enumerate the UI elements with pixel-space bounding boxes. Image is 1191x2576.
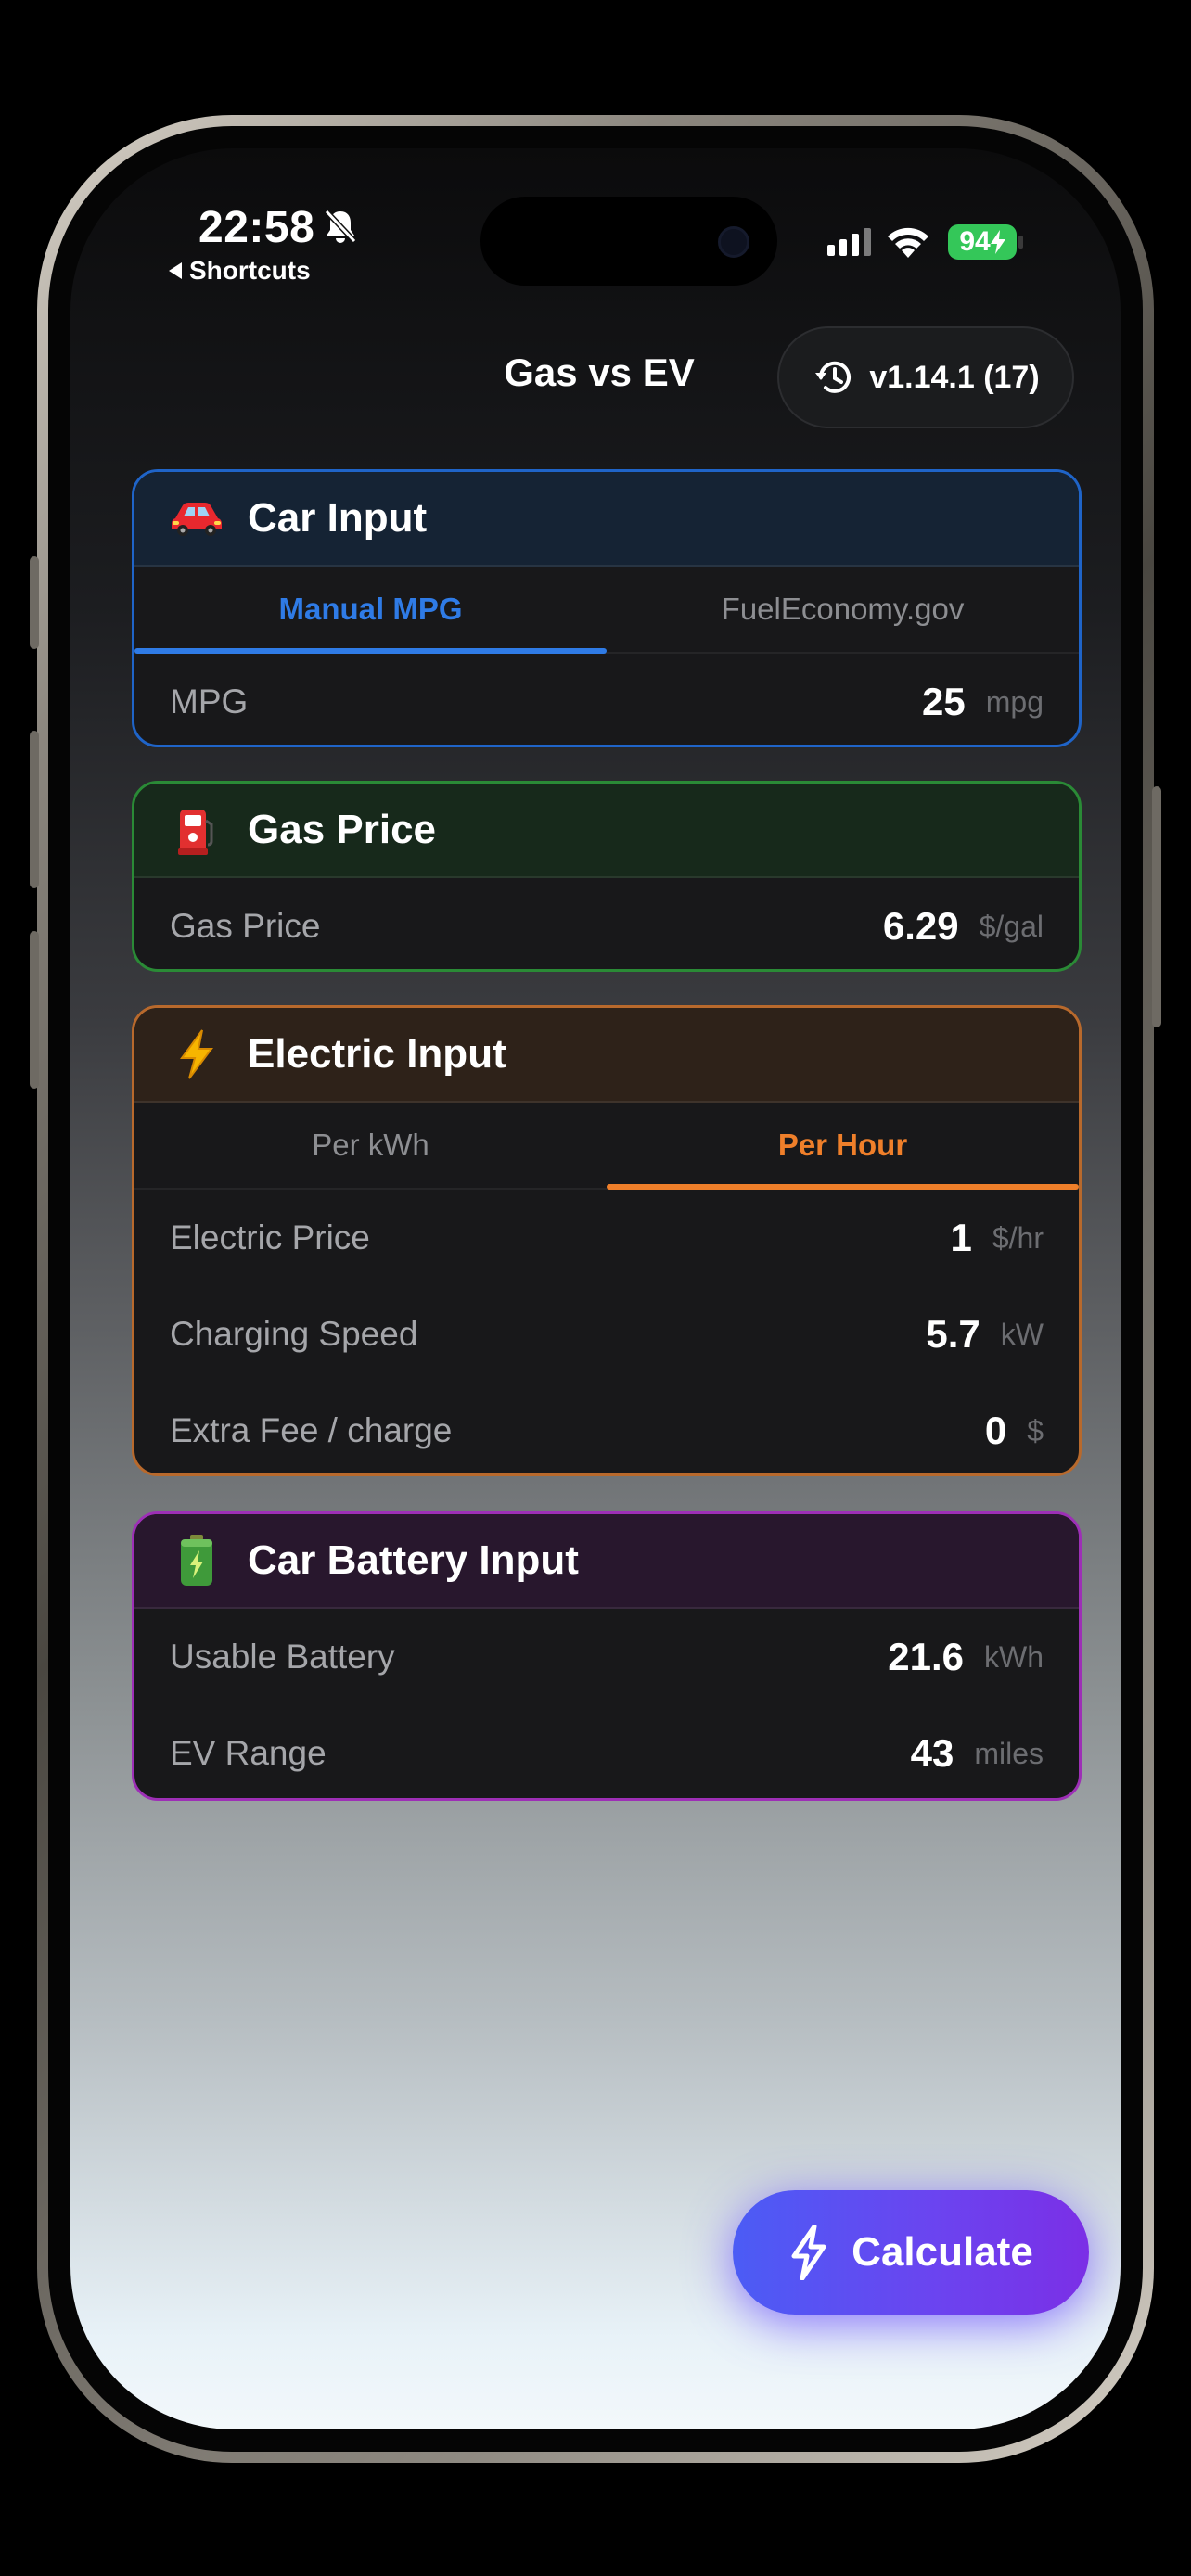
action-button <box>30 556 39 649</box>
extra-fee-value[interactable]: 0 <box>985 1409 1006 1453</box>
status-bar: 22:58 Shortcuts 94 <box>70 148 1121 297</box>
volume-up-button <box>30 731 39 888</box>
dynamic-island <box>480 197 777 286</box>
lightning-icon <box>170 1027 224 1081</box>
volume-down-button <box>30 931 39 1089</box>
wifi-icon <box>888 227 928 258</box>
calculate-button[interactable]: Calculate <box>733 2190 1089 2315</box>
gas-price-header: Gas Price <box>134 784 1079 878</box>
electric-price-value[interactable]: 1 <box>951 1216 972 1260</box>
ev-range-value[interactable]: 43 <box>911 1731 954 1776</box>
electric-price-unit: $/hr <box>992 1220 1044 1255</box>
extra-fee-label: Extra Fee / charge <box>170 1411 453 1449</box>
gas-price-row[interactable]: Gas Price 6.29 $/gal <box>134 878 1079 969</box>
battery-tip <box>1018 236 1023 249</box>
tab-fueleconomy-gov[interactable]: FuelEconomy.gov <box>607 567 1079 652</box>
ev-range-row[interactable]: EV Range 43 miles <box>134 1705 1079 1798</box>
gas-price-value[interactable]: 6.29 <box>883 904 959 949</box>
gas-price-title: Gas Price <box>248 807 437 852</box>
electric-input-title: Electric Input <box>248 1031 506 1077</box>
charging-speed-row[interactable]: Charging Speed 5.7 kW <box>134 1286 1079 1383</box>
app-screen: 22:58 Shortcuts 94 Gas vs EV v1.14.1 (17… <box>70 148 1121 2429</box>
electric-input-header: Electric Input <box>134 1008 1079 1103</box>
mpg-row[interactable]: MPG 25 mpg <box>134 654 1079 745</box>
car-battery-input-title: Car Battery Input <box>248 1537 579 1583</box>
car-input-header: Car Input <box>134 472 1079 567</box>
ev-range-unit: miles <box>974 1736 1044 1770</box>
phone-frame: 22:58 Shortcuts 94 Gas vs EV v1.14.1 (17… <box>30 115 1161 2463</box>
gas-price-card: Gas Price Gas Price 6.29 $/gal <box>132 781 1082 972</box>
charging-speed-value[interactable]: 5.7 <box>926 1312 980 1357</box>
version-label: v1.14.1 (17) <box>869 359 1040 395</box>
mpg-unit: mpg <box>985 684 1044 719</box>
cellular-signal-icon <box>827 228 871 256</box>
charging-speed-unit: kW <box>1000 1317 1044 1351</box>
usable-battery-unit: kWh <box>984 1639 1044 1674</box>
charging-speed-label: Charging Speed <box>170 1315 418 1353</box>
history-icon <box>815 361 852 393</box>
silent-bell-icon <box>324 209 357 244</box>
back-link-label: Shortcuts <box>189 256 311 285</box>
usable-battery-label: Usable Battery <box>170 1638 395 1676</box>
car-input-title: Car Input <box>248 495 428 541</box>
ev-range-label: EV Range <box>170 1734 327 1772</box>
usable-battery-row[interactable]: Usable Battery 21.6 kWh <box>134 1609 1079 1705</box>
gas-price-label: Gas Price <box>170 907 321 945</box>
electric-input-tabs: Per kWh Per Hour <box>134 1103 1079 1190</box>
camera-icon <box>718 226 749 258</box>
version-history-button[interactable]: v1.14.1 (17) <box>777 326 1074 428</box>
gas-price-unit: $/gal <box>979 909 1044 943</box>
car-battery-input-card: Car Battery Input Usable Battery 21.6 kW… <box>132 1511 1082 1801</box>
car-battery-input-header: Car Battery Input <box>134 1514 1079 1609</box>
bolt-icon <box>791 2225 826 2280</box>
extra-fee-row[interactable]: Extra Fee / charge 0 $ <box>134 1383 1079 1473</box>
mpg-value[interactable]: 25 <box>922 680 966 724</box>
usable-battery-value[interactable]: 21.6 <box>888 1635 964 1679</box>
car-input-card: Car Input Manual MPG FuelEconomy.gov MPG… <box>132 469 1082 747</box>
calculate-label: Calculate <box>852 2229 1033 2275</box>
tab-per-hour[interactable]: Per Hour <box>607 1103 1079 1190</box>
battery-icon <box>170 1534 224 1588</box>
mpg-label: MPG <box>170 682 249 721</box>
electric-price-row[interactable]: Electric Price 1 $/hr <box>134 1190 1079 1286</box>
power-button <box>1152 786 1161 1027</box>
back-to-shortcuts-link[interactable]: Shortcuts <box>169 256 311 286</box>
tab-manual-mpg[interactable]: Manual MPG <box>134 567 607 654</box>
fuel-pump-icon <box>170 803 224 857</box>
battery-indicator: 94 <box>948 224 1017 260</box>
car-input-tabs: Manual MPG FuelEconomy.gov <box>134 567 1079 654</box>
status-time: 22:58 <box>198 203 315 252</box>
electric-price-label: Electric Price <box>170 1218 370 1256</box>
battery-level: 94 <box>959 226 991 257</box>
red-car-icon <box>170 491 224 545</box>
extra-fee-unit: $ <box>1027 1413 1044 1447</box>
tab-per-kwh[interactable]: Per kWh <box>134 1103 607 1188</box>
electric-input-card: Electric Input Per kWh Per Hour Electric… <box>132 1005 1082 1476</box>
back-arrow-icon <box>169 262 182 279</box>
charging-bolt-icon <box>990 230 1005 254</box>
